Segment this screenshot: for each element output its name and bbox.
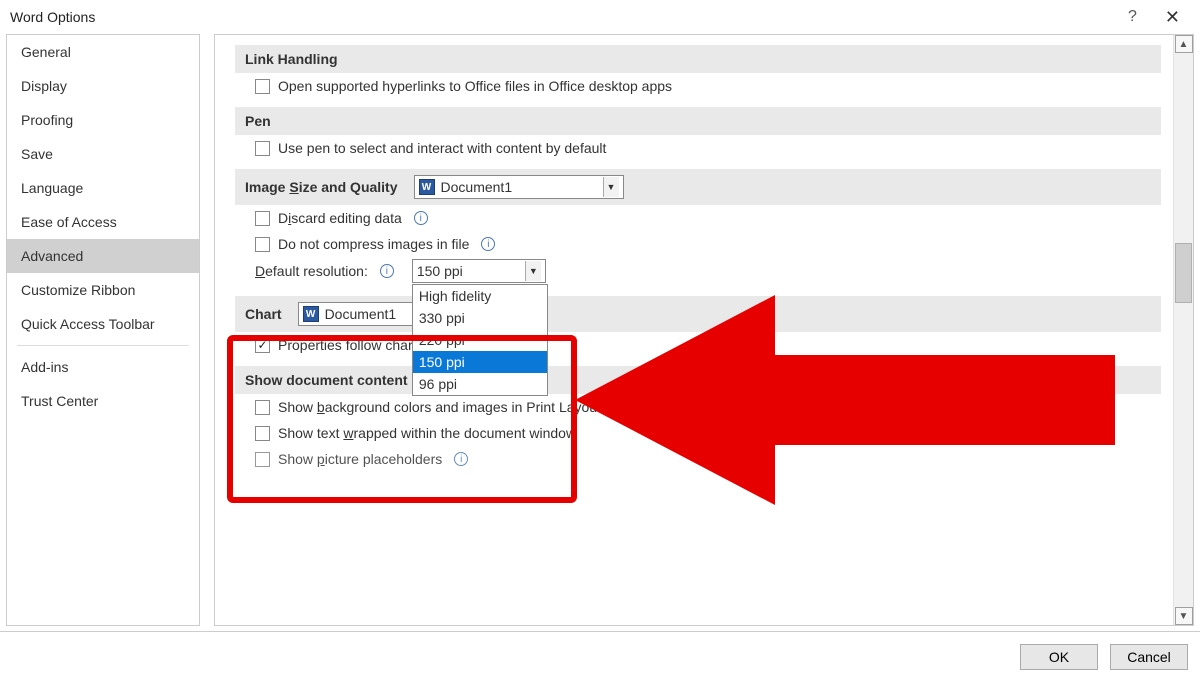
ok-button[interactable]: OK xyxy=(1020,644,1098,670)
section-chart: Chart W Document1 ▼ xyxy=(235,296,1161,332)
scroll-track[interactable] xyxy=(1174,53,1193,607)
label-text-wrapped: Show text wrapped within the document wi… xyxy=(278,425,576,441)
section-chart-title: Chart xyxy=(245,306,282,322)
content-scroll-area: Link Handling Open supported hyperlinks … xyxy=(215,35,1171,625)
option-text-wrapped[interactable]: Show text wrapped within the document wi… xyxy=(235,420,1161,446)
section-show-document-content: Show document content xyxy=(235,366,1161,394)
checkbox-bg-colors[interactable] xyxy=(255,400,270,415)
sidebar-item-display[interactable]: Display xyxy=(7,69,199,103)
option-discard-editing[interactable]: Discard editing data i xyxy=(235,205,1161,231)
sidebar-item-advanced[interactable]: Advanced xyxy=(7,239,199,273)
label-bg-colors: Show background colors and images in Pri… xyxy=(278,399,633,415)
image-document-dropdown[interactable]: W Document1 ▼ xyxy=(414,175,624,199)
section-image-title: Image Size and Quality xyxy=(245,179,398,195)
checkbox-properties-follow[interactable] xyxy=(255,338,270,353)
scroll-thumb[interactable] xyxy=(1175,243,1192,303)
checkbox-no-compress[interactable] xyxy=(255,237,270,252)
cancel-button[interactable]: Cancel xyxy=(1110,644,1188,670)
section-image-size-quality: Image Size and Quality W Document1 ▼ xyxy=(235,169,1161,205)
sidebar-item-trust-center[interactable]: Trust Center xyxy=(7,384,199,418)
sidebar-item-quick-access-toolbar[interactable]: Quick Access Toolbar xyxy=(7,307,199,341)
close-icon[interactable]: ✕ xyxy=(1155,7,1190,28)
section-link-handling: Link Handling xyxy=(235,45,1161,73)
checkbox-text-wrapped[interactable] xyxy=(255,426,270,441)
chart-document-value: Document1 xyxy=(325,306,397,322)
sidebar-separator xyxy=(17,345,189,346)
checkbox-picture-placeholders[interactable] xyxy=(255,452,270,467)
sidebar-item-add-ins[interactable]: Add-ins xyxy=(7,350,199,384)
word-icon: W xyxy=(419,179,435,195)
info-icon[interactable]: i xyxy=(414,211,428,225)
option-96-ppi[interactable]: 96 ppi xyxy=(413,373,547,395)
info-icon[interactable]: i xyxy=(380,264,394,278)
checkbox-discard-editing[interactable] xyxy=(255,211,270,226)
dialog-footer: OK Cancel xyxy=(0,631,1200,681)
section-pen: Pen xyxy=(235,107,1161,135)
checkbox-use-pen[interactable] xyxy=(255,141,270,156)
option-use-pen[interactable]: Use pen to select and interact with cont… xyxy=(235,135,1161,161)
scroll-up-icon[interactable]: ▲ xyxy=(1175,35,1193,53)
option-bg-colors[interactable]: Show background colors and images in Pri… xyxy=(235,394,1161,420)
chevron-down-icon[interactable]: ▼ xyxy=(603,177,619,197)
option-picture-placeholders[interactable]: Show picture placeholders i xyxy=(235,446,1161,472)
label-default-resolution: Default resolution: xyxy=(255,263,368,279)
option-no-compress[interactable]: Do not compress images in file i xyxy=(235,231,1161,254)
default-resolution-value: 150 ppi xyxy=(417,263,463,279)
scroll-down-icon[interactable]: ▼ xyxy=(1175,607,1193,625)
sidebar-item-ease-of-access[interactable]: Ease of Access xyxy=(7,205,199,239)
default-resolution-dropdown[interactable]: 150 ppi ▼ High fidelity 330 ppi 220 ppi … xyxy=(412,259,546,283)
sidebar-item-proofing[interactable]: Proofing xyxy=(7,103,199,137)
option-open-hyperlinks[interactable]: Open supported hyperlinks to Office file… xyxy=(235,73,1161,99)
title-bar: Word Options ? ✕ xyxy=(0,0,1200,34)
label-picture-placeholders: Show picture placeholders xyxy=(278,451,442,467)
info-icon[interactable]: i xyxy=(481,237,495,251)
sidebar-item-language[interactable]: Language xyxy=(7,171,199,205)
option-220-ppi[interactable]: 220 ppi xyxy=(413,329,547,351)
label-open-hyperlinks: Open supported hyperlinks to Office file… xyxy=(278,78,672,94)
image-document-value: Document1 xyxy=(441,179,513,195)
option-150-ppi[interactable]: 150 ppi xyxy=(413,351,547,373)
default-resolution-options: High fidelity 330 ppi 220 ppi 150 ppi 96… xyxy=(412,284,548,396)
info-icon[interactable]: i xyxy=(454,452,468,466)
sidebar-item-customize-ribbon[interactable]: Customize Ribbon xyxy=(7,273,199,307)
category-sidebar: General Display Proofing Save Language E… xyxy=(6,34,200,626)
row-default-resolution: Default resolution: i 150 ppi ▼ High fid… xyxy=(235,254,1161,288)
content-panel: Link Handling Open supported hyperlinks … xyxy=(214,34,1194,626)
chevron-down-icon[interactable]: ▼ xyxy=(525,261,541,281)
vertical-scrollbar[interactable]: ▲ ▼ xyxy=(1173,35,1193,625)
help-icon[interactable]: ? xyxy=(1110,8,1155,26)
label-no-compress: Do not compress images in file xyxy=(278,236,469,252)
sidebar-item-save[interactable]: Save xyxy=(7,137,199,171)
option-330-ppi[interactable]: 330 ppi xyxy=(413,307,547,329)
label-use-pen: Use pen to select and interact with cont… xyxy=(278,140,606,156)
option-properties-follow[interactable]: Properties follow chart data point xyxy=(235,332,1161,358)
option-high-fidelity[interactable]: High fidelity xyxy=(413,285,547,307)
sidebar-item-general[interactable]: General xyxy=(7,35,199,69)
dialog-title: Word Options xyxy=(10,9,1110,25)
checkbox-open-hyperlinks[interactable] xyxy=(255,79,270,94)
word-icon: W xyxy=(303,306,319,322)
label-discard-editing: Discard editing data xyxy=(278,210,402,226)
main-area: General Display Proofing Save Language E… xyxy=(0,34,1200,626)
